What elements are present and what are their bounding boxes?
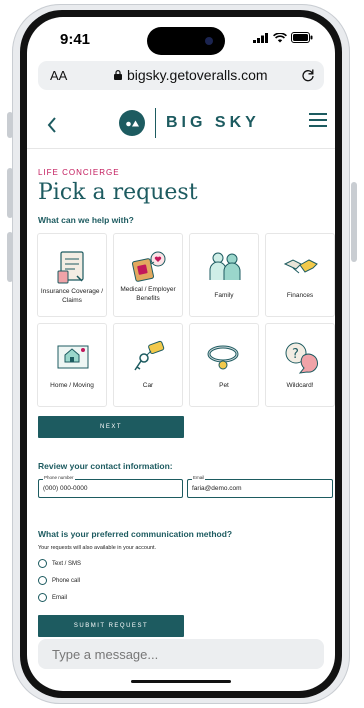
category-card-finances[interactable]: Finances [265, 233, 335, 317]
category-card-car[interactable]: Car [113, 323, 183, 407]
category-card-insurance[interactable]: Insurance Coverage / Claims [37, 233, 107, 317]
dynamic-island [147, 27, 225, 55]
email-value: faria@demo.com [192, 485, 242, 492]
category-card-home[interactable]: Home / Moving [37, 323, 107, 407]
radio-text-sms[interactable]: Text / SMS [38, 559, 81, 568]
message-input[interactable]: Type a message... [38, 639, 324, 669]
email-label: Email [192, 475, 206, 480]
url-display[interactable]: bigsky.getoveralls.com [114, 67, 268, 83]
home-indicator[interactable] [131, 680, 231, 683]
phone-value: (000) 000-0000 [43, 485, 88, 492]
category-card-family[interactable]: Family [189, 233, 259, 317]
contact-heading: Review your contact information: [38, 461, 173, 471]
next-button[interactable]: NEXT [38, 416, 184, 438]
category-card-wildcard[interactable]: ? Wildcard! [265, 323, 335, 407]
category-label: Car [142, 382, 154, 389]
wifi-icon [273, 32, 287, 42]
phone-field[interactable]: Phone number (000) 000-0000 [38, 475, 183, 498]
radio-email[interactable]: Email [38, 593, 67, 602]
volume-up-button [7, 168, 13, 218]
back-chevron-icon[interactable] [47, 117, 57, 133]
category-card-medical[interactable]: Medical / Employer Benefits [113, 233, 183, 317]
browser-url-bar[interactable]: AA bigsky.getoveralls.com [38, 61, 324, 90]
category-grid: Insurance Coverage / Claims Medical / Em… [37, 233, 335, 407]
submit-request-button[interactable]: SUBMIT REQUEST [38, 615, 184, 637]
category-label: Home / Moving [50, 382, 94, 389]
category-label: Finances [286, 292, 314, 299]
status-icons [253, 32, 313, 43]
page-title: Pick a request [38, 180, 198, 205]
battery-icon [291, 32, 313, 43]
logo-glyph-icon [126, 120, 139, 127]
category-card-pet[interactable]: Pet [189, 323, 259, 407]
status-time: 9:41 [60, 31, 91, 48]
logo-mark-icon [119, 110, 145, 136]
category-label: Medical / Employer Benefits [120, 286, 176, 302]
lock-icon [114, 70, 122, 80]
radio-circle-icon[interactable] [38, 593, 47, 602]
email-field[interactable]: Email faria@demo.com [187, 475, 333, 498]
brand-logo[interactable]: BIG SKY [119, 108, 260, 138]
home-moving-icon [57, 345, 89, 369]
communication-heading: What is your preferred communication met… [38, 529, 233, 539]
category-label: Family [214, 292, 234, 299]
hamburger-menu-icon[interactable] [309, 113, 327, 131]
status-bar: 9:41 [27, 17, 335, 65]
radio-circle-icon[interactable] [38, 559, 47, 568]
radio-label: Email [52, 594, 68, 601]
phone-screen: 9:41 AA bigsky.getoveralls.com BIG SKY L… [27, 17, 335, 691]
brand-name: BIG SKY [166, 114, 260, 131]
category-label: Pet [219, 382, 229, 389]
pet-collar-icon [207, 345, 239, 370]
logo-divider [155, 108, 156, 138]
medical-benefits-icon [131, 251, 166, 282]
radio-phone-call[interactable]: Phone call [38, 576, 80, 585]
message-placeholder: Type a message... [52, 647, 159, 662]
category-label: Wildcard! [286, 382, 314, 389]
text-size-button[interactable]: AA [50, 68, 67, 83]
radio-circle-icon[interactable] [38, 576, 47, 585]
camera-icon [205, 37, 213, 45]
radio-label: Phone call [52, 577, 81, 584]
radio-label: Text / SMS [52, 560, 82, 567]
handshake-icon [283, 259, 318, 274]
url-text: bigsky.getoveralls.com [127, 67, 268, 83]
signal-icon [253, 32, 268, 43]
insurance-document-icon [57, 251, 84, 284]
volume-down-button [7, 232, 13, 282]
category-question: What can we help with? [38, 215, 134, 225]
svg-text:?: ? [292, 347, 299, 362]
reload-icon[interactable] [301, 68, 315, 82]
section-eyebrow: LIFE CONCIERGE [38, 168, 120, 177]
car-keys-icon [134, 340, 165, 371]
site-header: BIG SKY [27, 100, 335, 149]
mute-switch [7, 112, 13, 138]
communication-note: Your requests will also available in you… [38, 545, 157, 551]
category-label: Insurance Coverage / Claims [40, 288, 104, 304]
power-button [351, 182, 357, 262]
phone-label: Phone number [43, 475, 75, 480]
question-bubble-icon: ? [285, 342, 318, 374]
family-icon [209, 252, 241, 280]
